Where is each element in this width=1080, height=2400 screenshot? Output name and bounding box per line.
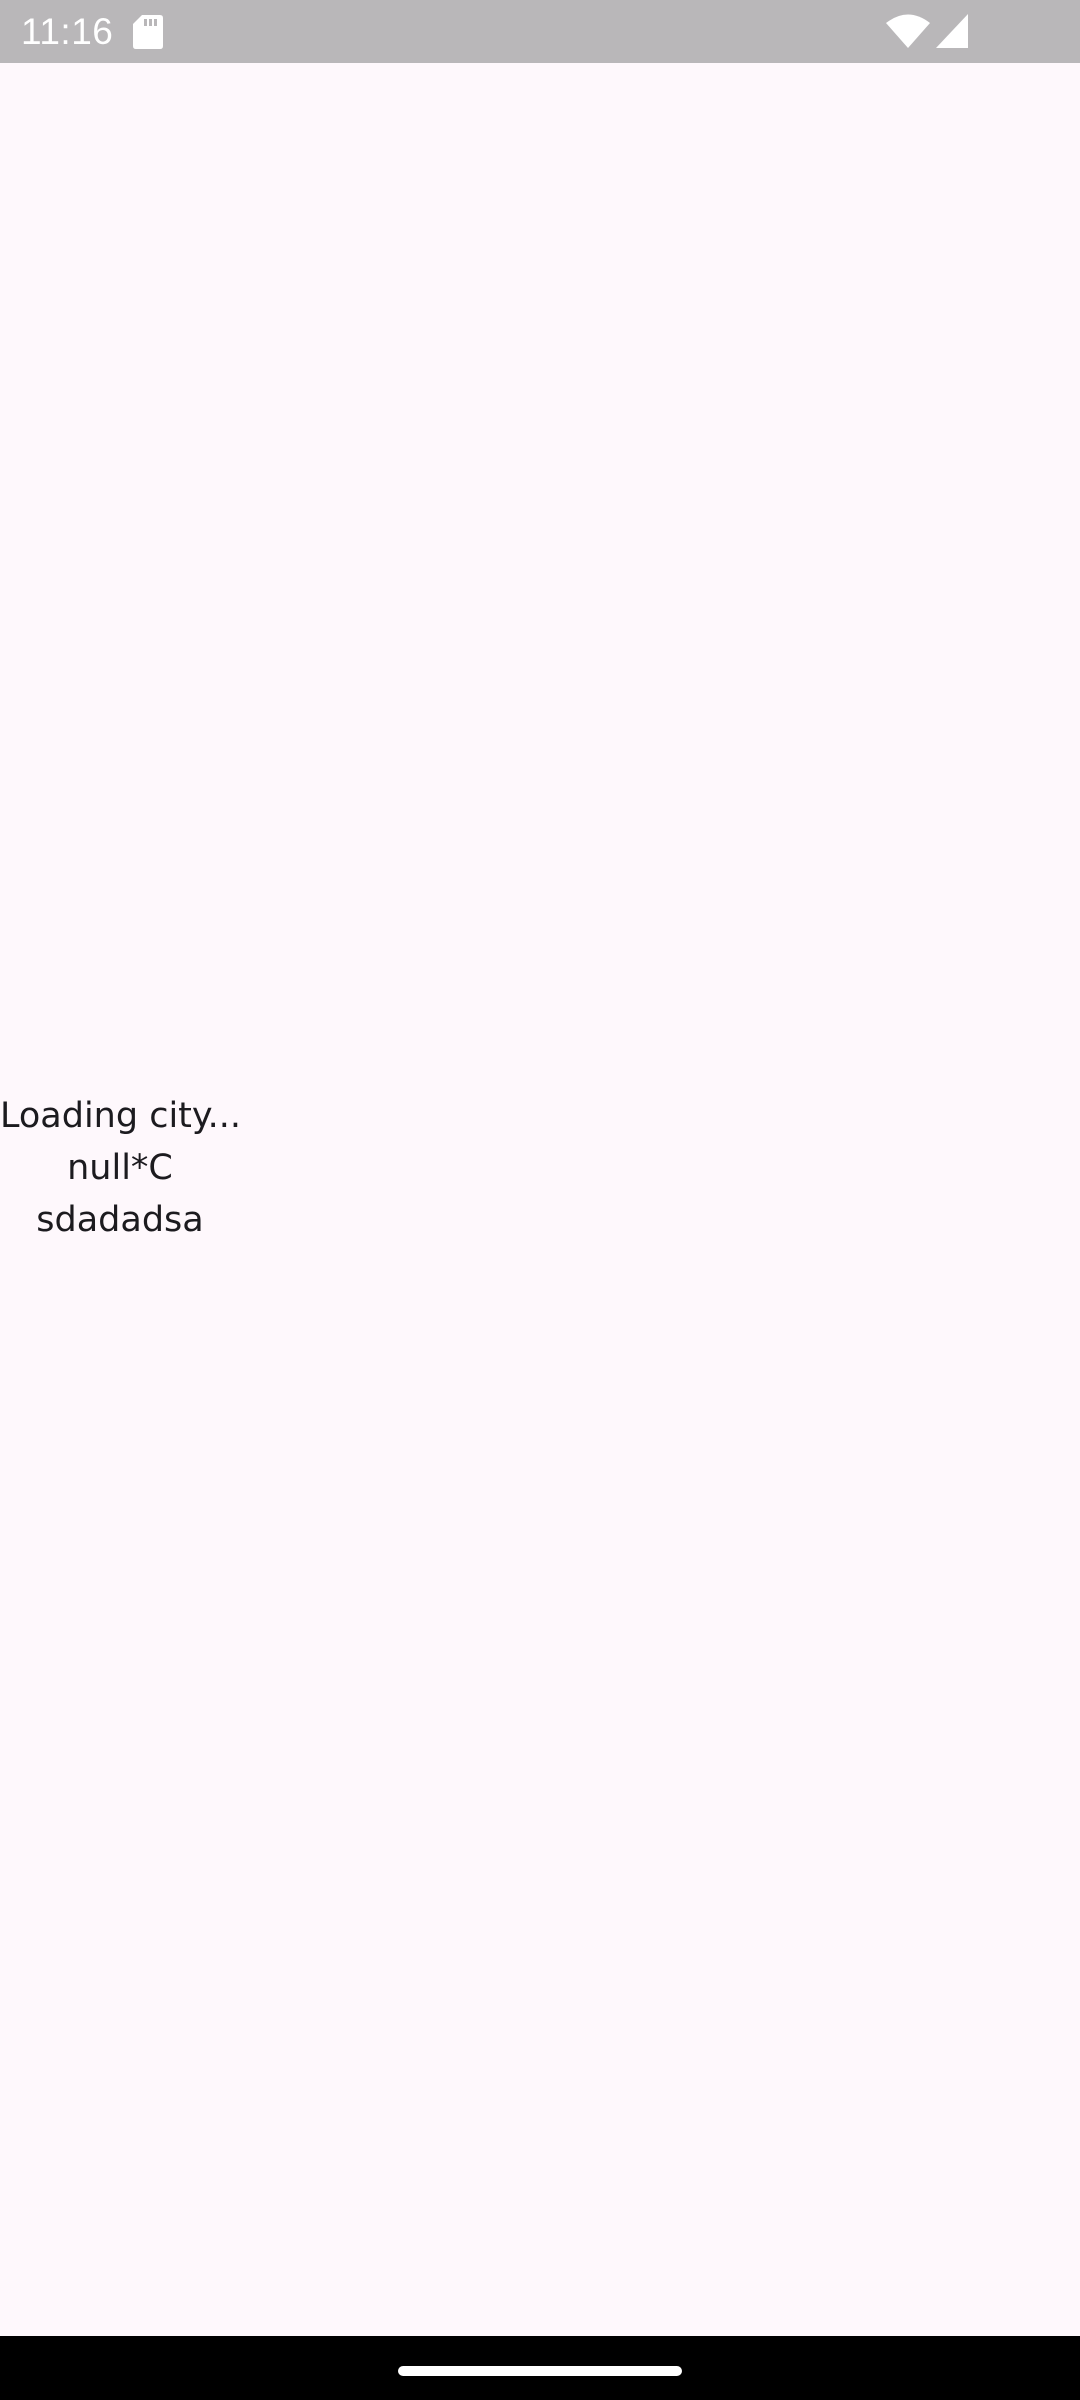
navigation-bar — [0, 2336, 1080, 2400]
status-time: 11:16 — [21, 11, 114, 52]
status-bar: 11:16 — [0, 0, 1080, 63]
signal-icon — [936, 14, 968, 48]
app-screen: 11:16 Loading city... null*C sdadadsa — [0, 0, 1080, 2400]
weather-info: Loading city... null*C sdadadsa — [0, 1090, 242, 1246]
sd-card-icon — [133, 15, 163, 49]
weather-description: sdadadsa — [36, 1200, 204, 1240]
wifi-icon — [886, 14, 930, 48]
city-name: Loading city... — [0, 1096, 242, 1136]
temperature: null*C — [67, 1148, 173, 1188]
home-indicator[interactable] — [398, 2366, 682, 2376]
